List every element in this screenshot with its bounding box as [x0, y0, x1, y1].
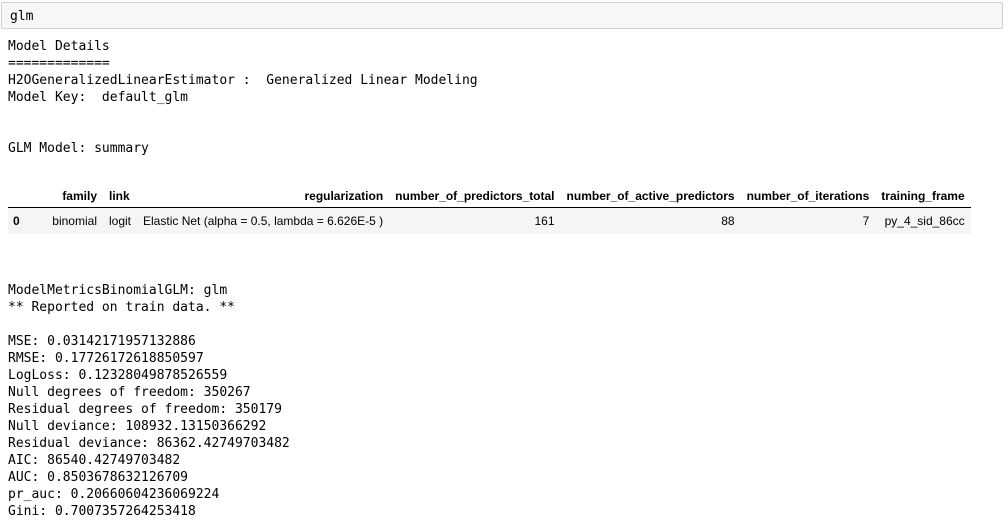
table-row: 0 binomial logit Elastic Net (alpha = 0.… [8, 207, 971, 234]
cell-family: binomial [39, 207, 103, 234]
metric-line: AIC: 86540.42749703482 [8, 453, 181, 468]
model-details-heading: Model Details [8, 39, 110, 54]
metric-line: Residual degrees of freedom: 350179 [8, 402, 282, 417]
metric-line: AUC: 0.8503678632126709 [8, 470, 189, 485]
col-header-active-predictors: number_of_active_predictors [560, 185, 741, 208]
metric-line: Null degrees of freedom: 350267 [8, 385, 251, 400]
model-key-line: Model Key: default_glm [8, 90, 189, 105]
metric-line: pr_auc: 0.20660604236069224 [8, 487, 220, 502]
cell-link: logit [103, 207, 138, 234]
cell-training-frame: py_4_sid_86cc [875, 207, 971, 234]
cell-predictors-total: 161 [389, 207, 561, 234]
cell-active-predictors: 88 [560, 207, 741, 234]
metrics-heading: ModelMetricsBinomialGLM: glm [8, 283, 228, 298]
col-header-predictors-total: number_of_predictors_total [389, 185, 561, 208]
metric-line: LogLoss: 0.12328049878526559 [8, 368, 228, 383]
metric-line: MSE: 0.03142171957132886 [8, 334, 196, 349]
summary-table: family link regularization number_of_pre… [8, 185, 971, 234]
col-header-link: link [103, 185, 138, 208]
col-header-index [8, 185, 39, 208]
cell-iterations: 7 [740, 207, 876, 234]
col-header-iterations: number_of_iterations [740, 185, 876, 208]
summary-header-row: family link regularization number_of_pre… [8, 185, 971, 208]
code-input-cell[interactable]: glm [1, 2, 1003, 29]
col-header-regularization: regularization [137, 185, 390, 208]
metrics-subheading: ** Reported on train data. ** [8, 300, 235, 315]
row-index: 0 [8, 207, 39, 234]
col-header-training-frame: training_frame [875, 185, 971, 208]
summary-heading: GLM Model: summary [8, 141, 149, 156]
col-header-family: family [39, 185, 103, 208]
metric-line: Gini: 0.7007357264253418 [8, 504, 196, 519]
metric-line: RMSE: 0.17726172618850597 [8, 351, 204, 366]
estimator-line: H2OGeneralizedLinearEstimator : Generali… [8, 73, 478, 88]
cell-regularization: Elastic Net (alpha = 0.5, lambda = 6.626… [137, 207, 390, 234]
model-details-underline: ============= [8, 56, 110, 71]
metric-line: Null deviance: 108932.13150366292 [8, 419, 267, 434]
code-text[interactable]: glm [10, 9, 33, 24]
metric-line: Residual deviance: 86362.42749703482 [8, 436, 290, 451]
